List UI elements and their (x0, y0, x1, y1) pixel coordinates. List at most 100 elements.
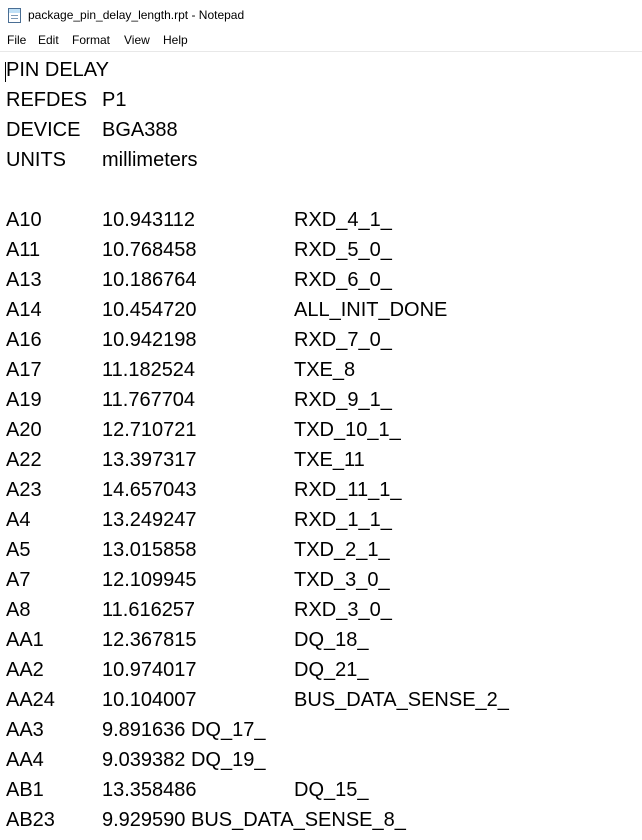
net-name: ALL_INIT_DONE (294, 299, 448, 321)
net-name: TXD_3_0_ (294, 569, 390, 591)
pin-row: AA2 10.974017 DQ_21_ (0, 654, 642, 684)
pin-delay: 13.358486 (102, 779, 197, 801)
header-key: REFDES (6, 89, 88, 111)
pin-delay: 11.616257 (102, 599, 196, 621)
net-name: RXD_9_1_ (294, 389, 392, 411)
net-name: RXD_4_1_ (294, 209, 392, 231)
pin-name: AB23 (6, 809, 55, 831)
header-line: DEVICE BGA388 (0, 114, 642, 144)
pin-name: AA24 (6, 689, 55, 711)
pin-delay: 11.182524 (102, 359, 196, 381)
window-title: package_pin_delay_length.rpt - Notepad (28, 8, 245, 22)
pin-delay: 9.891636 DQ_17_ (102, 719, 266, 741)
net-name: TXD_10_1_ (294, 419, 401, 441)
net-name: TXD_2_1_ (294, 539, 390, 561)
menu-bar: File Edit Format View Help (0, 31, 642, 52)
header-value: millimeters (102, 149, 198, 171)
menu-help[interactable]: Help (161, 33, 190, 47)
pin-row: A17 11.182524 TXE_8 (0, 354, 642, 384)
pin-row: A5 13.015858 TXD_2_1_ (0, 534, 642, 564)
pin-row: AB23 9.929590 BUS_DATA_SENSE_8_ (0, 804, 642, 834)
pin-name: AA4 (6, 749, 44, 771)
pin-row: AA4 9.039382 DQ_19_ (0, 744, 642, 774)
header-value: P1 (102, 89, 127, 111)
pin-row: A20 12.710721 TXD_10_1_ (0, 414, 642, 444)
menu-format[interactable]: Format (70, 33, 112, 47)
title-bar: package_pin_delay_length.rpt - Notepad (0, 0, 642, 31)
pin-row: A19 11.767704 RXD_9_1_ (0, 384, 642, 414)
header-line: UNITS millimeters (0, 144, 642, 174)
pin-name: A23 (6, 479, 42, 501)
pin-delay: 12.367815 (102, 629, 197, 651)
pin-name: AA3 (6, 719, 44, 741)
net-name: TXE_8 (294, 359, 356, 381)
header-line: PIN DELAY (0, 54, 642, 84)
pin-row: A22 13.397317 TXE_11 (0, 444, 642, 474)
net-name: TXE_11 (294, 449, 365, 471)
pin-name: A22 (6, 449, 42, 471)
pin-delay: 13.015858 (102, 539, 197, 561)
pin-delay: 13.249247 (102, 509, 197, 531)
pin-row: AA1 12.367815 DQ_18_ (0, 624, 642, 654)
header-key: DEVICE (6, 119, 81, 141)
pin-delay: 10.104007 (102, 689, 197, 711)
net-name: RXD_3_0_ (294, 599, 392, 621)
pin-row: A8 11.616257 RXD_3_0_ (0, 594, 642, 624)
pin-delay: 10.943112 (102, 209, 196, 231)
pin-name: AA1 (6, 629, 44, 651)
pin-row: A14 10.454720 ALL_INIT_DONE (0, 294, 642, 324)
pin-row: A7 12.109945 TXD_3_0_ (0, 564, 642, 594)
net-name: DQ_21_ (294, 659, 369, 681)
pin-name: A19 (6, 389, 42, 411)
pin-name: A5 (6, 539, 31, 561)
pin-delay: 13.397317 (102, 449, 197, 471)
net-name: DQ_15_ (294, 779, 369, 801)
menu-view[interactable]: View (122, 33, 152, 47)
pin-row: A13 10.186764 RXD_6_0_ (0, 264, 642, 294)
menu-edit[interactable]: Edit (36, 33, 61, 47)
pin-row: A10 10.943112 RXD_4_1_ (0, 204, 642, 234)
header-line: REFDES P1 (0, 84, 642, 114)
pin-row: A4 13.249247 RXD_1_1_ (0, 504, 642, 534)
pin-delay: 10.768458 (102, 239, 197, 261)
pin-delay: 10.186764 (102, 269, 197, 291)
pin-name: A8 (6, 599, 31, 621)
pin-name: AA2 (6, 659, 44, 681)
menu-file[interactable]: File (5, 33, 28, 47)
pin-delay: 14.657043 (102, 479, 197, 501)
notepad-icon (8, 8, 21, 23)
pin-delay: 9.039382 DQ_19_ (102, 749, 266, 771)
net-name: RXD_5_0_ (294, 239, 392, 261)
pin-name: AB1 (6, 779, 44, 801)
header-value: BGA388 (102, 119, 178, 141)
pin-name: A17 (6, 359, 42, 381)
pin-row: A16 10.942198 RXD_7_0_ (0, 324, 642, 354)
pin-row: AA3 9.891636 DQ_17_ (0, 714, 642, 744)
pin-delay: 9.929590 BUS_DATA_SENSE_8_ (102, 809, 406, 831)
header-key: PIN DELAY (6, 59, 109, 81)
pin-name: A16 (6, 329, 42, 351)
net-name: RXD_6_0_ (294, 269, 392, 291)
net-name: BUS_DATA_SENSE_2_ (294, 689, 509, 711)
pin-name: A13 (6, 269, 42, 291)
pin-delay: 10.942198 (102, 329, 197, 351)
pin-name: A11 (6, 239, 41, 261)
pin-delay: 12.109945 (102, 569, 197, 591)
pin-delay: 10.454720 (102, 299, 197, 321)
net-name: RXD_7_0_ (294, 329, 392, 351)
pin-row: A11 10.768458 RXD_5_0_ (0, 234, 642, 264)
header-key: UNITS (6, 149, 66, 171)
net-name: RXD_11_1_ (294, 479, 402, 501)
pin-name: A4 (6, 509, 31, 531)
pin-name: A10 (6, 209, 42, 231)
pin-delay: 11.767704 (102, 389, 196, 411)
pin-name: A7 (6, 569, 31, 591)
net-name: DQ_18_ (294, 629, 369, 651)
pin-name: A20 (6, 419, 42, 441)
pin-delay: 10.974017 (102, 659, 197, 681)
pin-delay: 12.710721 (102, 419, 197, 441)
pin-row: AB1 13.358486 DQ_15_ (0, 774, 642, 804)
pin-name: A14 (6, 299, 42, 321)
pin-row: A23 14.657043 RXD_11_1_ (0, 474, 642, 504)
net-name: RXD_1_1_ (294, 509, 392, 531)
